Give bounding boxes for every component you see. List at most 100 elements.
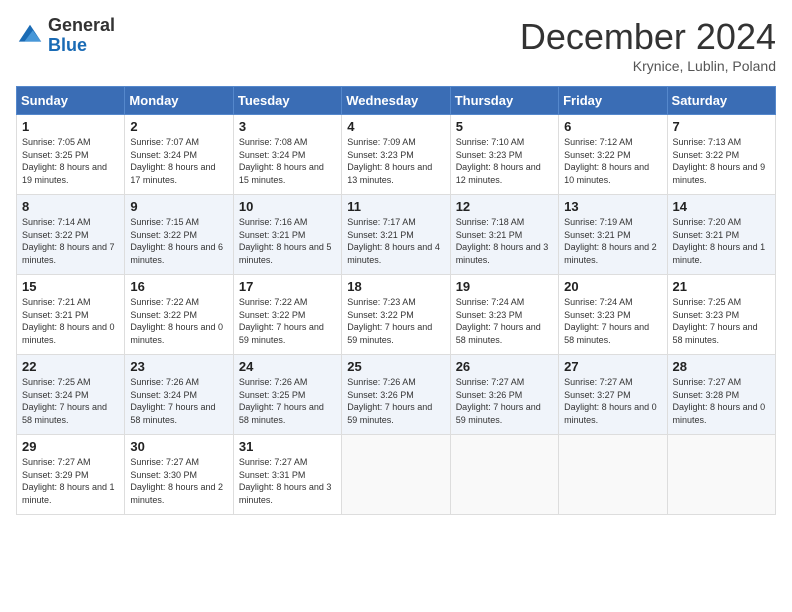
day-number: 18 bbox=[347, 279, 444, 294]
day-number: 8 bbox=[22, 199, 119, 214]
day-number: 17 bbox=[239, 279, 336, 294]
day-number: 27 bbox=[564, 359, 661, 374]
calendar-cell: 1 Sunrise: 7:05 AMSunset: 3:25 PMDayligh… bbox=[17, 115, 125, 195]
day-number: 9 bbox=[130, 199, 227, 214]
cell-details: Sunrise: 7:05 AMSunset: 3:25 PMDaylight:… bbox=[22, 137, 107, 185]
calendar-header-row: SundayMondayTuesdayWednesdayThursdayFrid… bbox=[17, 87, 776, 115]
cell-details: Sunrise: 7:16 AMSunset: 3:21 PMDaylight:… bbox=[239, 217, 332, 265]
calendar-cell: 13 Sunrise: 7:19 AMSunset: 3:21 PMDaylig… bbox=[559, 195, 667, 275]
cell-details: Sunrise: 7:09 AMSunset: 3:23 PMDaylight:… bbox=[347, 137, 432, 185]
calendar-cell: 17 Sunrise: 7:22 AMSunset: 3:22 PMDaylig… bbox=[233, 275, 341, 355]
cell-details: Sunrise: 7:08 AMSunset: 3:24 PMDaylight:… bbox=[239, 137, 324, 185]
calendar-cell bbox=[342, 435, 450, 515]
calendar-cell: 29 Sunrise: 7:27 AMSunset: 3:29 PMDaylig… bbox=[17, 435, 125, 515]
calendar-day-header: Wednesday bbox=[342, 87, 450, 115]
calendar-day-header: Friday bbox=[559, 87, 667, 115]
cell-details: Sunrise: 7:10 AMSunset: 3:23 PMDaylight:… bbox=[456, 137, 541, 185]
calendar-cell: 25 Sunrise: 7:26 AMSunset: 3:26 PMDaylig… bbox=[342, 355, 450, 435]
calendar-cell: 23 Sunrise: 7:26 AMSunset: 3:24 PMDaylig… bbox=[125, 355, 233, 435]
day-number: 20 bbox=[564, 279, 661, 294]
day-number: 3 bbox=[239, 119, 336, 134]
cell-details: Sunrise: 7:14 AMSunset: 3:22 PMDaylight:… bbox=[22, 217, 115, 265]
cell-details: Sunrise: 7:23 AMSunset: 3:22 PMDaylight:… bbox=[347, 297, 432, 345]
calendar-cell: 11 Sunrise: 7:17 AMSunset: 3:21 PMDaylig… bbox=[342, 195, 450, 275]
calendar-cell: 3 Sunrise: 7:08 AMSunset: 3:24 PMDayligh… bbox=[233, 115, 341, 195]
cell-details: Sunrise: 7:26 AMSunset: 3:26 PMDaylight:… bbox=[347, 377, 432, 425]
cell-details: Sunrise: 7:21 AMSunset: 3:21 PMDaylight:… bbox=[22, 297, 115, 345]
calendar-cell: 18 Sunrise: 7:23 AMSunset: 3:22 PMDaylig… bbox=[342, 275, 450, 355]
cell-details: Sunrise: 7:24 AMSunset: 3:23 PMDaylight:… bbox=[456, 297, 541, 345]
cell-details: Sunrise: 7:25 AMSunset: 3:24 PMDaylight:… bbox=[22, 377, 107, 425]
calendar-day-header: Saturday bbox=[667, 87, 775, 115]
calendar-cell: 21 Sunrise: 7:25 AMSunset: 3:23 PMDaylig… bbox=[667, 275, 775, 355]
day-number: 23 bbox=[130, 359, 227, 374]
calendar-week-row: 1 Sunrise: 7:05 AMSunset: 3:25 PMDayligh… bbox=[17, 115, 776, 195]
cell-details: Sunrise: 7:27 AMSunset: 3:29 PMDaylight:… bbox=[22, 457, 115, 505]
calendar-cell: 14 Sunrise: 7:20 AMSunset: 3:21 PMDaylig… bbox=[667, 195, 775, 275]
calendar-day-header: Sunday bbox=[17, 87, 125, 115]
logo: General Blue bbox=[16, 16, 115, 56]
day-number: 25 bbox=[347, 359, 444, 374]
day-number: 22 bbox=[22, 359, 119, 374]
calendar-cell: 12 Sunrise: 7:18 AMSunset: 3:21 PMDaylig… bbox=[450, 195, 558, 275]
calendar-cell: 7 Sunrise: 7:13 AMSunset: 3:22 PMDayligh… bbox=[667, 115, 775, 195]
cell-details: Sunrise: 7:26 AMSunset: 3:24 PMDaylight:… bbox=[130, 377, 215, 425]
day-number: 13 bbox=[564, 199, 661, 214]
calendar-day-header: Thursday bbox=[450, 87, 558, 115]
cell-details: Sunrise: 7:07 AMSunset: 3:24 PMDaylight:… bbox=[130, 137, 215, 185]
cell-details: Sunrise: 7:12 AMSunset: 3:22 PMDaylight:… bbox=[564, 137, 649, 185]
cell-details: Sunrise: 7:27 AMSunset: 3:28 PMDaylight:… bbox=[673, 377, 766, 425]
calendar-cell: 20 Sunrise: 7:24 AMSunset: 3:23 PMDaylig… bbox=[559, 275, 667, 355]
day-number: 6 bbox=[564, 119, 661, 134]
day-number: 2 bbox=[130, 119, 227, 134]
calendar-cell bbox=[450, 435, 558, 515]
cell-details: Sunrise: 7:27 AMSunset: 3:30 PMDaylight:… bbox=[130, 457, 223, 505]
calendar-cell: 4 Sunrise: 7:09 AMSunset: 3:23 PMDayligh… bbox=[342, 115, 450, 195]
day-number: 26 bbox=[456, 359, 553, 374]
page-header: General Blue December 2024 Krynice, Lubl… bbox=[16, 16, 776, 74]
calendar-cell: 15 Sunrise: 7:21 AMSunset: 3:21 PMDaylig… bbox=[17, 275, 125, 355]
cell-details: Sunrise: 7:27 AMSunset: 3:27 PMDaylight:… bbox=[564, 377, 657, 425]
cell-details: Sunrise: 7:26 AMSunset: 3:25 PMDaylight:… bbox=[239, 377, 324, 425]
day-number: 12 bbox=[456, 199, 553, 214]
cell-details: Sunrise: 7:18 AMSunset: 3:21 PMDaylight:… bbox=[456, 217, 549, 265]
day-number: 16 bbox=[130, 279, 227, 294]
calendar-day-header: Tuesday bbox=[233, 87, 341, 115]
cell-details: Sunrise: 7:22 AMSunset: 3:22 PMDaylight:… bbox=[130, 297, 223, 345]
cell-details: Sunrise: 7:25 AMSunset: 3:23 PMDaylight:… bbox=[673, 297, 758, 345]
calendar-cell: 16 Sunrise: 7:22 AMSunset: 3:22 PMDaylig… bbox=[125, 275, 233, 355]
logo-general-text: General bbox=[48, 16, 115, 36]
calendar-cell: 31 Sunrise: 7:27 AMSunset: 3:31 PMDaylig… bbox=[233, 435, 341, 515]
calendar-cell: 30 Sunrise: 7:27 AMSunset: 3:30 PMDaylig… bbox=[125, 435, 233, 515]
cell-details: Sunrise: 7:20 AMSunset: 3:21 PMDaylight:… bbox=[673, 217, 766, 265]
cell-details: Sunrise: 7:24 AMSunset: 3:23 PMDaylight:… bbox=[564, 297, 649, 345]
calendar-cell: 9 Sunrise: 7:15 AMSunset: 3:22 PMDayligh… bbox=[125, 195, 233, 275]
day-number: 11 bbox=[347, 199, 444, 214]
logo-blue-text: Blue bbox=[48, 36, 115, 56]
calendar-cell: 26 Sunrise: 7:27 AMSunset: 3:26 PMDaylig… bbox=[450, 355, 558, 435]
month-title: December 2024 bbox=[520, 16, 776, 58]
calendar-week-row: 15 Sunrise: 7:21 AMSunset: 3:21 PMDaylig… bbox=[17, 275, 776, 355]
logo-icon bbox=[16, 22, 44, 50]
calendar-cell: 8 Sunrise: 7:14 AMSunset: 3:22 PMDayligh… bbox=[17, 195, 125, 275]
day-number: 30 bbox=[130, 439, 227, 454]
calendar-cell: 22 Sunrise: 7:25 AMSunset: 3:24 PMDaylig… bbox=[17, 355, 125, 435]
cell-details: Sunrise: 7:19 AMSunset: 3:21 PMDaylight:… bbox=[564, 217, 657, 265]
calendar-cell: 28 Sunrise: 7:27 AMSunset: 3:28 PMDaylig… bbox=[667, 355, 775, 435]
cell-details: Sunrise: 7:22 AMSunset: 3:22 PMDaylight:… bbox=[239, 297, 324, 345]
calendar-table: SundayMondayTuesdayWednesdayThursdayFrid… bbox=[16, 86, 776, 515]
cell-details: Sunrise: 7:13 AMSunset: 3:22 PMDaylight:… bbox=[673, 137, 766, 185]
calendar-week-row: 8 Sunrise: 7:14 AMSunset: 3:22 PMDayligh… bbox=[17, 195, 776, 275]
calendar-cell bbox=[667, 435, 775, 515]
cell-details: Sunrise: 7:27 AMSunset: 3:26 PMDaylight:… bbox=[456, 377, 541, 425]
day-number: 31 bbox=[239, 439, 336, 454]
cell-details: Sunrise: 7:17 AMSunset: 3:21 PMDaylight:… bbox=[347, 217, 440, 265]
calendar-day-header: Monday bbox=[125, 87, 233, 115]
day-number: 15 bbox=[22, 279, 119, 294]
day-number: 28 bbox=[673, 359, 770, 374]
calendar-cell: 10 Sunrise: 7:16 AMSunset: 3:21 PMDaylig… bbox=[233, 195, 341, 275]
day-number: 10 bbox=[239, 199, 336, 214]
calendar-cell: 19 Sunrise: 7:24 AMSunset: 3:23 PMDaylig… bbox=[450, 275, 558, 355]
day-number: 29 bbox=[22, 439, 119, 454]
calendar-week-row: 22 Sunrise: 7:25 AMSunset: 3:24 PMDaylig… bbox=[17, 355, 776, 435]
